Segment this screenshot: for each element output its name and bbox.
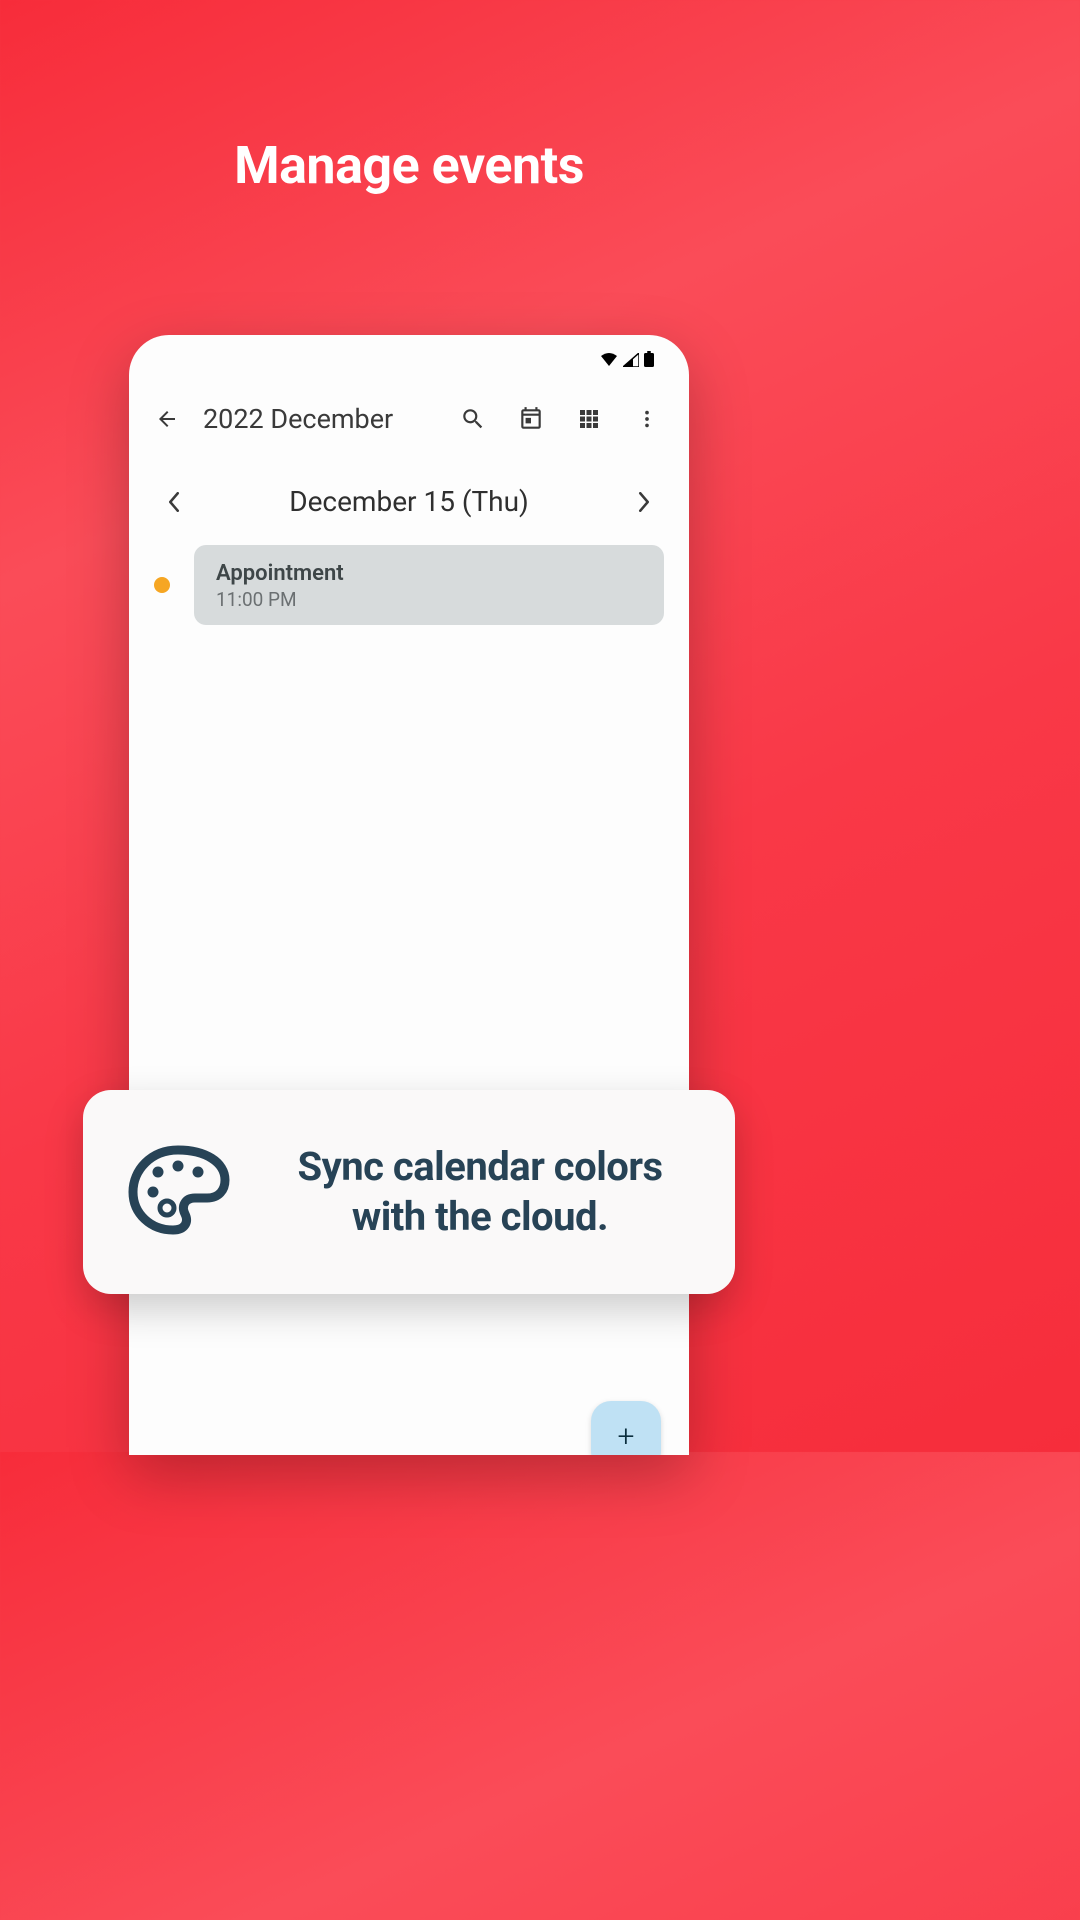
add-event-fab[interactable]: + [591,1401,661,1455]
search-button[interactable] [455,401,491,437]
status-bar [129,335,689,375]
signal-icon [623,352,639,371]
event-time: 11:00 PM [216,588,642,611]
calendar-today-button[interactable] [513,401,549,437]
event-title: Appointment [216,561,642,586]
event-card[interactable]: Appointment 11:00 PM [194,545,664,625]
promo-card: Sync calendar colors with the cloud. [83,1090,735,1294]
toolbar-actions [455,401,671,437]
date-label[interactable]: December 15 (Thu) [289,485,529,518]
toolbar: 2022 December [129,375,689,449]
toolbar-title[interactable]: 2022 December [191,403,451,435]
event-color-dot [154,577,170,593]
wifi-icon [600,352,618,371]
back-button[interactable] [147,399,187,439]
plus-icon: + [618,1419,635,1454]
grid-view-button[interactable] [571,401,607,437]
hero-title: Manage events [0,0,818,196]
prev-day-button[interactable] [159,487,189,517]
battery-icon [644,351,654,371]
promo-text: Sync calendar colors with the cloud. [265,1142,695,1242]
date-navigator: December 15 (Thu) [129,449,689,540]
more-menu-button[interactable] [629,401,665,437]
next-day-button[interactable] [629,487,659,517]
palette-icon [123,1140,233,1244]
event-row: Appointment 11:00 PM [129,540,689,625]
